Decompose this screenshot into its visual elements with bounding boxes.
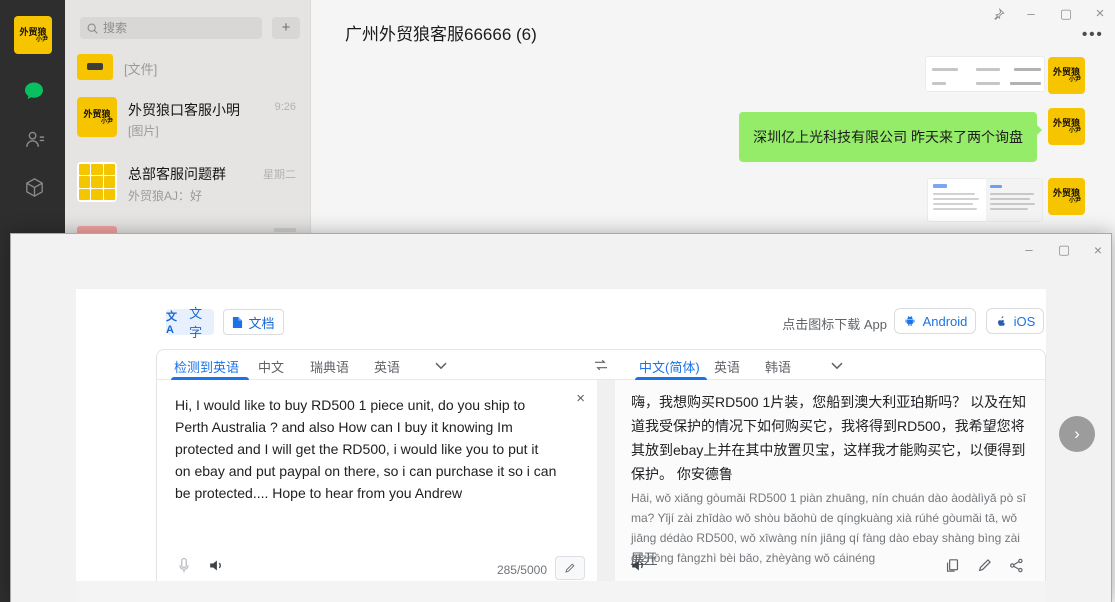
avatar[interactable]: 外贸狼 小尹	[1048, 57, 1085, 94]
android-label: Android	[923, 314, 968, 329]
avatar-brand-sub: 小尹	[1069, 128, 1081, 135]
avatar-brand-sub: 小尹	[1069, 77, 1081, 84]
avatar-brand-text: 外贸狼	[1053, 118, 1080, 128]
page-footer-strip	[76, 581, 1046, 602]
android-download-button[interactable]: Android	[894, 308, 976, 334]
translation-text: 嗨，我想购买RD500 1片装，您船到澳大利亚珀斯吗？ 以及在知道我受保护的情况…	[631, 390, 1031, 486]
moments-box-icon[interactable]	[21, 174, 47, 200]
avatar[interactable]: 外贸狼 小尹	[14, 16, 52, 54]
search-box[interactable]	[80, 17, 262, 39]
list-item-subtitle: [图片]	[128, 122, 159, 139]
list-item-time: 星期二	[263, 166, 296, 182]
minimize-icon[interactable]: –	[1016, 239, 1042, 261]
speaker-icon[interactable]	[207, 556, 226, 575]
contacts-icon[interactable]	[21, 126, 47, 152]
message-bubble[interactable]: 深圳亿上光科技有限公司 昨天来了两个询盘	[739, 112, 1037, 162]
swap-languages-icon[interactable]	[593, 358, 609, 372]
document-icon	[232, 316, 243, 329]
chats-icon[interactable]	[21, 78, 47, 104]
close-icon[interactable]: ×	[1085, 239, 1111, 261]
document-mode-label: 文档	[248, 313, 274, 332]
apple-icon	[995, 314, 1008, 328]
list-item-title[interactable]: 外贸狼口客服小明	[128, 100, 240, 120]
source-lang-tab[interactable]: 中文	[258, 357, 284, 376]
avatar[interactable]: 外贸狼 小尹	[1048, 178, 1085, 215]
avatar-brand-sub: 小尹	[101, 119, 113, 126]
download-hint: 点击图标下载 App	[779, 314, 887, 333]
avatar[interactable]: 外贸狼 小尹	[1048, 108, 1085, 145]
ios-label: iOS	[1014, 314, 1036, 329]
search-input[interactable]	[103, 21, 243, 35]
target-lang-tab[interactable]: 韩语	[765, 357, 791, 376]
source-lang-tab[interactable]: 瑞典语	[310, 357, 349, 376]
previewed-image: 文A 文字 文档 点击图标下载 App Android iOS 检测到英语 中文	[76, 289, 1046, 602]
maximize-icon[interactable]: ▢	[1051, 239, 1077, 261]
message-image[interactable]	[927, 178, 1043, 222]
translate-card: 检测到英语 中文 瑞典语 英语 中文(简体) 英语 韩语	[156, 349, 1046, 581]
avatar-brand-text: 外贸狼	[19, 27, 46, 37]
avatar-badge	[87, 63, 103, 70]
list-item-avatar: 外贸狼 小尹	[77, 97, 117, 137]
image-viewer-window: – ▢ × › 文A 文字 文档 点击图标下载 App Android iOS	[10, 233, 1112, 602]
avatar-brand-text: 外贸狼	[83, 109, 110, 119]
list-item-subtitle: 外贸狼AJ：好	[128, 187, 202, 204]
search-icon	[86, 22, 99, 35]
speaker-icon[interactable]	[629, 556, 648, 575]
pencil-icon	[564, 562, 576, 574]
copy-icon[interactable]	[944, 557, 961, 574]
language-bar: 检测到英语 中文 瑞典语 英语 中文(简体) 英语 韩语	[157, 350, 1045, 380]
android-icon	[903, 314, 917, 328]
target-lang-tab[interactable]: 英语	[714, 357, 740, 376]
share-icon[interactable]	[1008, 557, 1025, 574]
list-item[interactable]: 外贸狼 小尹	[77, 97, 117, 137]
avatar-brand-sub: 小尹	[1069, 198, 1081, 205]
edit-button[interactable]	[555, 556, 585, 580]
microphone-icon[interactable]	[175, 556, 193, 576]
message-image[interactable]	[925, 56, 1045, 92]
screen: 外贸狼 小尹 + [文件] 外贸狼 小尹 外贸狼口客	[0, 0, 1115, 602]
list-item-title[interactable]: 总部客服问题群	[128, 164, 226, 184]
list-item-time: 9:26	[275, 101, 296, 113]
document-mode-tab[interactable]: 文档	[223, 309, 284, 335]
chat-title: 广州外贸狼客服66666 (6)	[345, 20, 537, 45]
close-icon[interactable]: ×	[1089, 4, 1111, 24]
source-lang-tab[interactable]: 英语	[374, 357, 400, 376]
source-lang-tab-detected[interactable]: 检测到英语	[174, 357, 239, 376]
list-item-time	[274, 228, 296, 232]
translate-icon: 文A	[166, 308, 184, 336]
list-item-avatar[interactable]	[77, 162, 117, 202]
source-text-input[interactable]: Hi, I would like to buy RD500 1 piece un…	[175, 394, 557, 504]
pane-divider	[597, 380, 615, 581]
pin-icon[interactable]	[987, 4, 1009, 24]
avatar-brand-text: 外贸狼	[1053, 67, 1080, 77]
clear-text-icon[interactable]: ×	[576, 390, 585, 407]
char-count: 285/5000	[497, 563, 547, 577]
list-item-avatar[interactable]	[77, 54, 113, 80]
translation-pane: 嗨，我想购买RD500 1片装，您船到澳大利亚珀斯吗？ 以及在知道我受保护的情况…	[615, 380, 1045, 581]
source-pane: Hi, I would like to buy RD500 1 piece un…	[157, 380, 597, 581]
chat-more-button[interactable]: •••	[1082, 28, 1112, 46]
list-item-subtitle: [文件]	[124, 59, 157, 78]
minimize-icon[interactable]: –	[1020, 4, 1042, 24]
add-chat-button[interactable]: +	[272, 17, 300, 39]
chevron-down-icon[interactable]	[831, 362, 843, 370]
text-mode-label: 文字	[189, 303, 214, 341]
chevron-down-icon[interactable]	[435, 362, 447, 370]
maximize-icon[interactable]: ▢	[1055, 4, 1077, 24]
text-mode-tab[interactable]: 文A 文字	[166, 309, 214, 335]
edit-translation-icon[interactable]	[977, 557, 993, 573]
avatar-brand-sub: 小尹	[36, 37, 48, 44]
avatar-brand-text: 外贸狼	[1053, 188, 1080, 198]
next-image-button[interactable]: ›	[1059, 416, 1095, 452]
target-lang-tab-active[interactable]: 中文(简体)	[639, 357, 700, 376]
ios-download-button[interactable]: iOS	[986, 308, 1044, 334]
pinyin-text: Hāi, wǒ xiǎng gòumǎi RD500 1 piàn zhuāng…	[631, 488, 1033, 568]
